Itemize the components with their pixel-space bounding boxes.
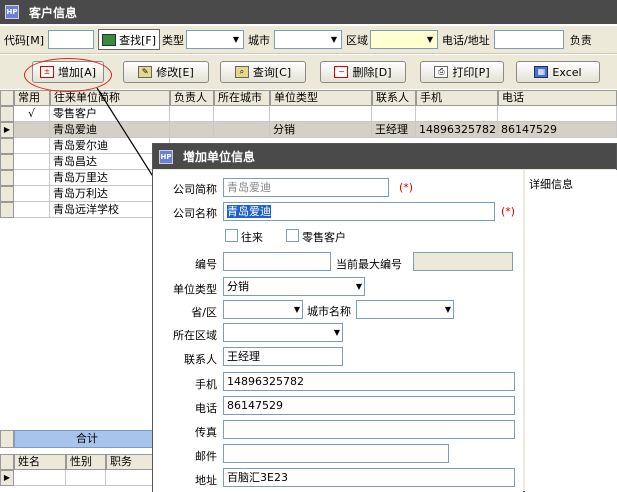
contact-field[interactable]: 王经理 (223, 347, 343, 366)
short-name-field[interactable]: 青岛爱迪 (223, 178, 389, 197)
app-icon: HP (159, 149, 173, 164)
wanglai-label: 往来 (241, 231, 263, 244)
email-label: 邮件 (195, 450, 217, 463)
short-name-label: 公司简称 (173, 183, 217, 196)
max-number-field (413, 252, 513, 271)
contact-label: 联系人 (184, 353, 217, 366)
phone-field[interactable]: 86147529 (223, 396, 515, 415)
column-header-person-name[interactable]: 姓名 (14, 454, 66, 470)
phone-label: 电话 (195, 402, 217, 415)
fax-label: 传真 (195, 426, 217, 439)
mobile-field[interactable]: 14896325782 (223, 372, 515, 391)
chevron-down-icon: ▼ (293, 305, 300, 314)
retail-checkbox[interactable] (286, 229, 299, 242)
number-field[interactable] (223, 252, 331, 271)
province-label: 省/区 (191, 306, 217, 319)
wanglai-checkbox[interactable] (225, 229, 238, 242)
unit-form: 公司简称 青岛爱迪 (*) 公司名称 青岛爱迪 (*) 往来 零售客户 编号 当… (153, 170, 523, 492)
max-number-label: 当前最大编号 (336, 258, 402, 271)
chevron-down-icon: ▼ (355, 282, 362, 291)
area-field-label: 所在区域 (173, 329, 217, 342)
detail-label: 详细信息 (529, 178, 573, 191)
province-select[interactable]: ▼ (223, 300, 303, 319)
retail-label: 零售客户 (302, 231, 346, 244)
full-name-label: 公司名称 (173, 207, 217, 220)
contact-cell[interactable] (14, 470, 66, 486)
unit-type-value: 分销 (227, 280, 249, 293)
mobile-label: 手机 (195, 378, 217, 391)
dialog-titlebar: HP 增加单位信息 (153, 144, 616, 169)
detail-panel[interactable]: 详细信息 (525, 170, 617, 492)
total-bar: 合计 (0, 430, 160, 448)
contacts-table: 姓名 性别 职务 ▶ (0, 450, 160, 492)
email-field[interactable] (223, 444, 449, 463)
unit-type-select[interactable]: 分销 ▼ (223, 277, 365, 296)
chevron-down-icon: ▼ (333, 328, 340, 337)
fax-field[interactable] (223, 420, 515, 439)
area-select[interactable]: ▼ (223, 323, 343, 342)
address-field[interactable]: 百脑汇3E23 (223, 468, 515, 487)
address-label: 地址 (195, 474, 217, 487)
chevron-down-icon: ▼ (444, 305, 451, 314)
current-row-arrow-icon: ▶ (0, 470, 14, 486)
city-name-label: 城市名称 (307, 305, 351, 318)
unit-type-label: 单位类型 (173, 283, 217, 296)
contact-cell[interactable] (66, 470, 106, 486)
required-mark: (*) (501, 205, 516, 218)
number-label: 编号 (195, 258, 217, 271)
total-label: 合计 (14, 430, 160, 448)
add-unit-dialog: HP 增加单位信息 公司简称 青岛爱迪 (*) 公司名称 青岛爱迪 (*) 往来… (152, 143, 617, 492)
dialog-title: 增加单位信息 (183, 150, 256, 164)
full-name-selected-text: 青岛爱迪 (227, 205, 271, 218)
column-header-gender[interactable]: 性别 (66, 454, 106, 470)
required-mark: (*) (399, 181, 414, 194)
full-name-field[interactable]: 青岛爱迪 (223, 202, 495, 221)
city-name-select[interactable]: ▼ (356, 300, 454, 319)
